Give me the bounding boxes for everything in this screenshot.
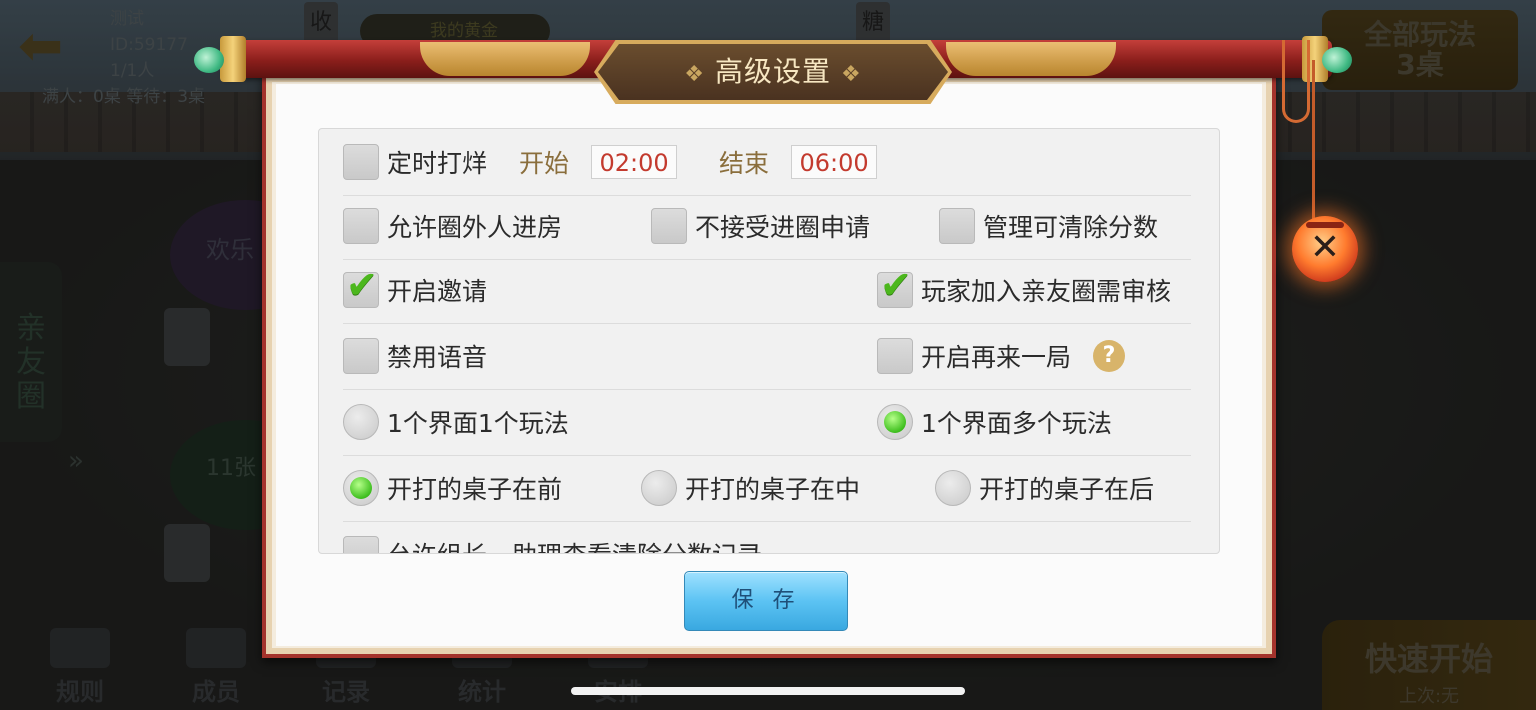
lantern-string: [1312, 60, 1315, 230]
active-tables-first-option[interactable]: 开打的桌子在前: [343, 455, 562, 521]
one-screen-one-mode-option[interactable]: 1个界面1个玩法: [343, 389, 569, 455]
settings-row: 禁用语音 开启再来一局?: [343, 323, 1191, 390]
option-label: 开打的桌子在中: [685, 475, 861, 504]
close-icon: ✕: [1309, 227, 1341, 268]
checkbox[interactable]: [939, 208, 975, 244]
radio-button[interactable]: [935, 470, 971, 506]
help-icon[interactable]: ?: [1093, 340, 1126, 372]
gold-cloud-ornament-right: [946, 42, 1116, 76]
option-label: 禁用语音: [387, 343, 488, 372]
timed-close-label: 定时打烊: [387, 149, 488, 178]
lantern-string: [1282, 40, 1310, 123]
checkbox[interactable]: [343, 208, 379, 244]
radio-button-selected[interactable]: [343, 470, 379, 506]
allow-leader-view-records-option[interactable]: 允许组长、助理查看清除分数记录: [343, 521, 762, 553]
settings-row: 允许圈外人进房 不接受进圈申请 管理可清除分数: [343, 193, 1191, 260]
settings-row: 开打的桌子在前 开打的桌子在中 开打的桌子在后: [343, 455, 1191, 522]
admin-clear-score-option[interactable]: 管理可清除分数: [939, 193, 1158, 259]
timed-close-checkbox[interactable]: [343, 144, 379, 180]
radio-button[interactable]: [343, 404, 379, 440]
checkbox[interactable]: [877, 338, 913, 374]
disable-voice-option[interactable]: 禁用语音: [343, 323, 487, 389]
option-label: 允许圈外人进房: [387, 213, 563, 242]
gold-cloud-ornament-left: [420, 42, 590, 76]
title-ornament-icon: ❖: [684, 62, 705, 87]
jade-ornament-right: [1322, 47, 1352, 73]
enable-invite-option[interactable]: 开启邀请: [343, 257, 487, 323]
active-tables-middle-option[interactable]: 开打的桌子在中: [641, 455, 860, 521]
save-button[interactable]: 保 存: [684, 571, 848, 631]
title-ornament-icon: ❖: [841, 62, 862, 87]
checkbox[interactable]: [343, 536, 379, 553]
option-label: 允许组长、助理查看清除分数记录: [387, 536, 762, 553]
start-time-field[interactable]: 02:00: [591, 145, 678, 179]
radio-button-selected[interactable]: [877, 404, 913, 440]
option-label: 1个界面1个玩法: [387, 409, 569, 438]
allow-outsiders-option[interactable]: 允许圈外人进房: [343, 193, 562, 259]
end-label: 结束: [719, 149, 770, 178]
close-button[interactable]: ✕: [1292, 216, 1358, 282]
settings-row: 允许组长、助理查看清除分数记录: [343, 521, 1191, 553]
home-indicator[interactable]: [571, 687, 965, 695]
option-label: 开打的桌子在前: [387, 475, 563, 504]
checkbox[interactable]: [343, 338, 379, 374]
checkbox[interactable]: [651, 208, 687, 244]
play-again-option[interactable]: 开启再来一局?: [877, 323, 1126, 389]
option-label: 不接受进圈申请: [695, 213, 871, 242]
settings-row-timer: 定时打烊 开始 02:00 结束 06:00: [343, 129, 1191, 196]
join-review-option[interactable]: 玩家加入亲友圈需审核: [877, 257, 1171, 323]
option-label: 1个界面多个玩法: [921, 409, 1112, 438]
dialog-title: 高级设置: [714, 55, 831, 88]
active-tables-last-option[interactable]: 开打的桌子在后: [935, 455, 1154, 521]
timed-close-option[interactable]: 定时打烊 开始 02:00 结束 06:00: [343, 129, 878, 195]
end-time-field[interactable]: 06:00: [791, 145, 878, 179]
start-label: 开始: [519, 149, 570, 178]
reject-join-requests-option[interactable]: 不接受进圈申请: [651, 193, 870, 259]
settings-list[interactable]: 定时打烊 开始 02:00 结束 06:00 允许圈外人进房 不接受进圈申请 管…: [318, 128, 1220, 554]
checkbox-checked[interactable]: [877, 263, 913, 308]
settings-row: 1个界面1个玩法 1个界面多个玩法: [343, 389, 1191, 456]
settings-row: 开启邀请 玩家加入亲友圈需审核: [343, 257, 1191, 324]
checkbox-checked[interactable]: [343, 263, 379, 308]
option-label: 管理可清除分数: [983, 213, 1159, 242]
jade-ornament-left: [194, 47, 224, 73]
one-screen-multi-mode-option[interactable]: 1个界面多个玩法: [877, 389, 1112, 455]
option-label: 玩家加入亲友圈需审核: [921, 277, 1172, 306]
option-label: 开启再来一局: [921, 343, 1072, 372]
radio-button[interactable]: [641, 470, 677, 506]
option-label: 开启邀请: [387, 277, 488, 306]
option-label: 开打的桌子在后: [979, 475, 1155, 504]
dialog-title-bar: ❖ 高级设置 ❖: [598, 44, 948, 100]
